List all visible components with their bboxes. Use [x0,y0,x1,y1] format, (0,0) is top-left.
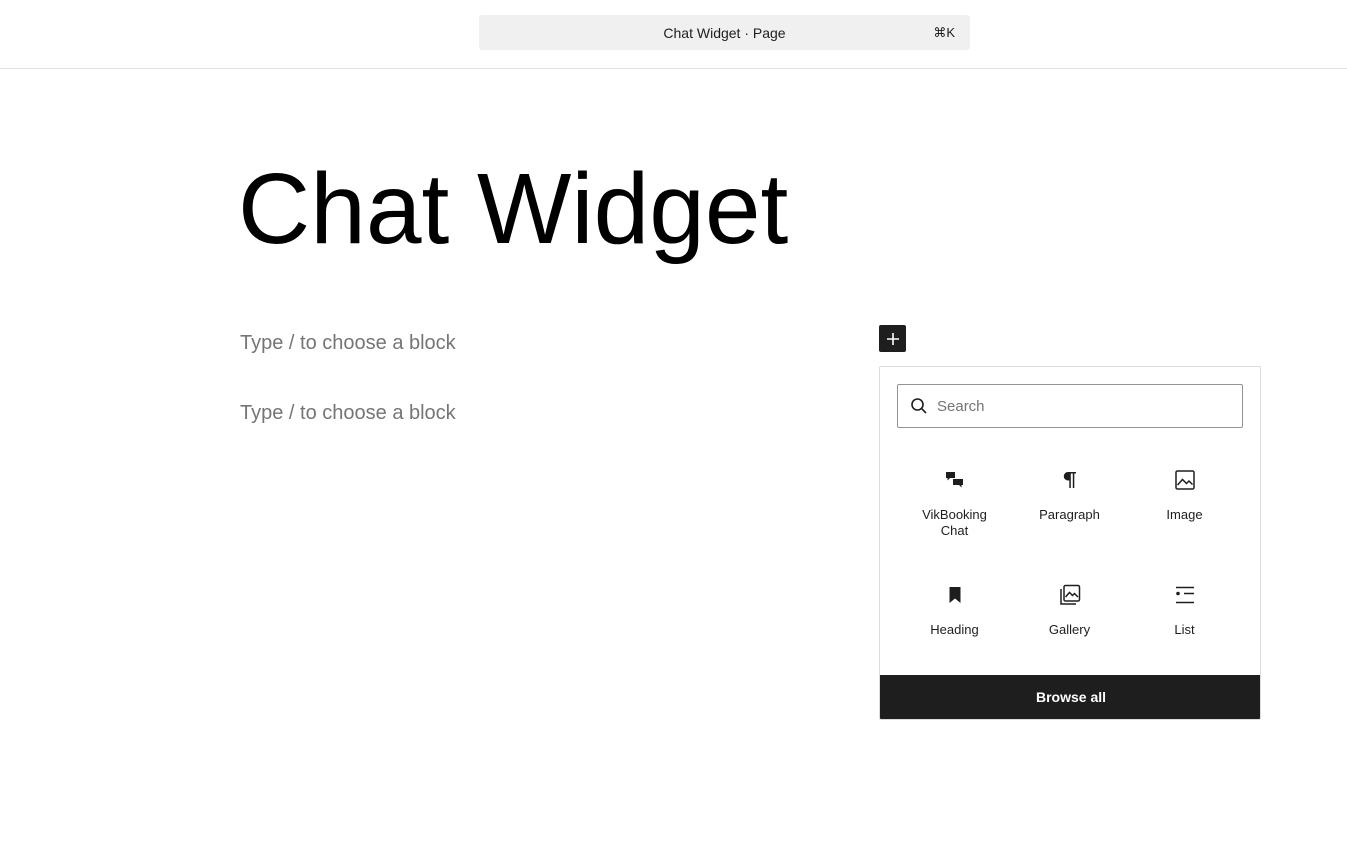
block-item-paragraph[interactable]: Paragraph [1012,451,1127,566]
plus-icon [886,332,899,345]
image-icon [1174,470,1195,490]
block-inserter-toggle-button[interactable] [879,325,906,352]
command-bar-title: Chat Widget · Page [663,24,786,41]
block-item-label: Image [1166,507,1203,522]
search-input[interactable] [937,397,1227,415]
block-item-label: List [1174,622,1195,637]
paragraph-icon [1063,472,1076,488]
empty-block-placeholder[interactable]: Type / to choose a block [240,402,456,425]
browse-all-button[interactable]: Browse all [880,675,1260,719]
chat-bubbles-icon [945,472,963,488]
block-item-image[interactable]: Image [1127,451,1242,566]
command-bar-shortcut: ⌘K [933,24,955,40]
command-palette-button[interactable]: Chat Widget · Page ⌘K [479,15,970,50]
empty-block-placeholder[interactable]: Type / to choose a block [240,332,456,355]
block-item-label: Paragraph [1039,507,1100,522]
gallery-icon [1059,584,1080,605]
block-item-vikbooking-chat[interactable]: VikBooking Chat [897,451,1012,566]
top-toolbar: Chat Widget · Page ⌘K [0,0,1347,69]
block-item-heading[interactable]: Heading [897,566,1012,681]
block-item-label: Heading [930,622,979,637]
block-list: VikBooking Chat Paragraph Image Heading [897,451,1243,681]
block-item-gallery[interactable]: Gallery [1012,566,1127,681]
block-item-label: Gallery [1048,622,1091,637]
bookmark-icon [949,587,960,603]
search-field [897,384,1243,428]
block-item-list[interactable]: List [1127,566,1242,681]
list-icon [1175,586,1194,604]
page-title[interactable]: Chat Widget [238,150,788,268]
block-item-label: VikBooking Chat [922,507,987,538]
search-icon [911,398,927,414]
block-inserter-popover: VikBooking Chat Paragraph Image Heading [879,366,1261,720]
